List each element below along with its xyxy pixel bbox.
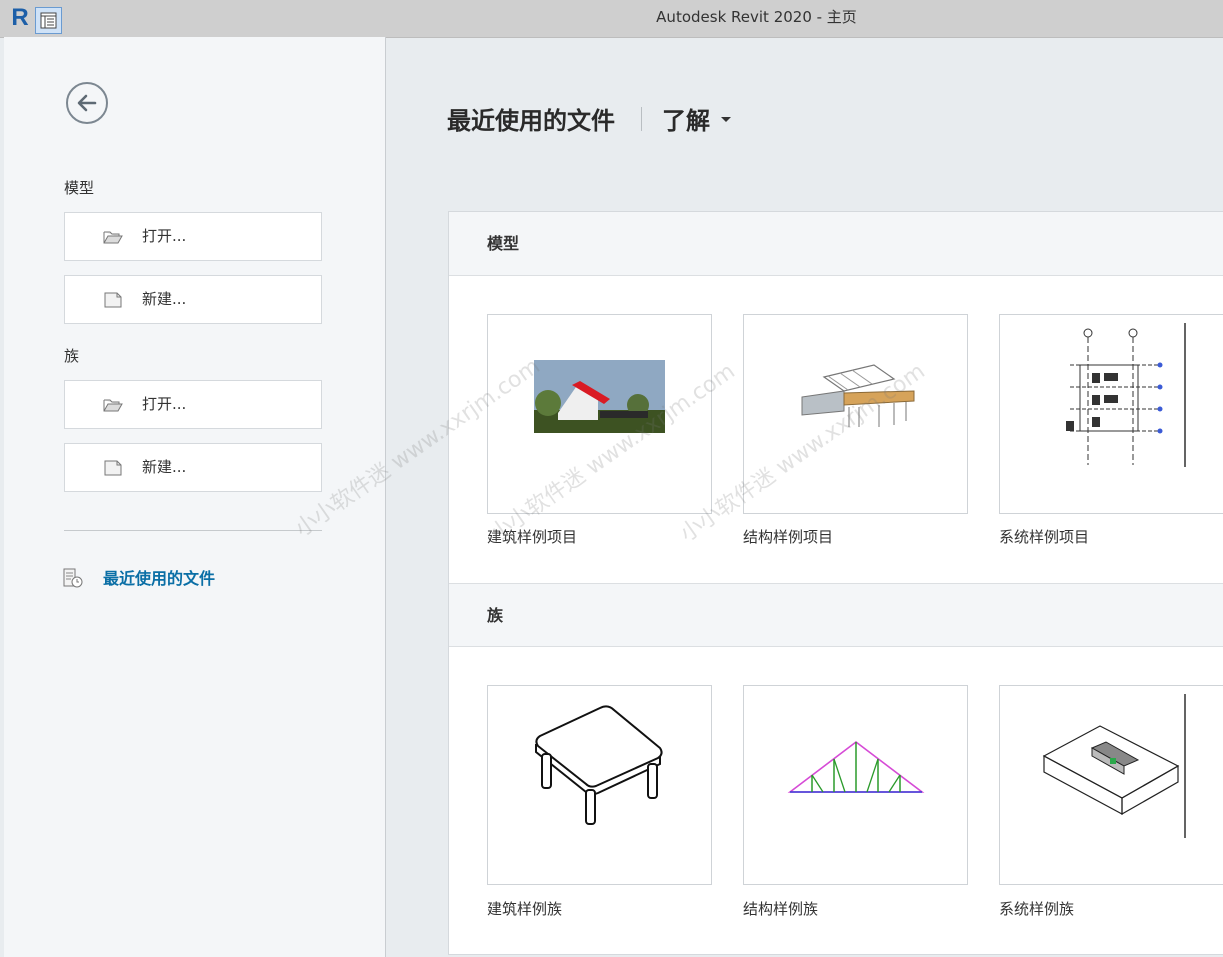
table-model-icon xyxy=(535,705,663,825)
structural-sample-family-thumbnail[interactable] xyxy=(743,685,968,885)
recent-files-icon xyxy=(63,568,83,588)
new-family-button[interactable]: 新建... xyxy=(64,443,322,492)
new-model-button[interactable]: 新建... xyxy=(64,275,322,324)
open-family-button[interactable]: 打开... xyxy=(64,380,322,429)
open-model-button[interactable]: 打开... xyxy=(64,212,322,261)
heading-separator xyxy=(641,107,642,131)
architectural-sample-project-label[interactable]: 建筑样例项目 xyxy=(487,526,577,547)
recent-files-label: 最近使用的文件 xyxy=(103,569,216,588)
systems-sample-project-label[interactable]: 系统样例项目 xyxy=(999,526,1089,547)
open-model-label: 打开... xyxy=(142,227,187,245)
caret-down-icon[interactable] xyxy=(721,117,731,122)
families-section-title: 族 xyxy=(487,606,504,625)
systems-drawing-icon xyxy=(1066,323,1186,467)
recent-files-panel: 模型 建筑样例项目 结构样例项目 系统样例项目 族 建筑样例族 结构样例族 系统… xyxy=(448,211,1223,955)
back-arrow-icon xyxy=(77,94,97,112)
lighting-fixture-model-icon xyxy=(1042,694,1186,838)
structural-sample-project-thumbnail[interactable] xyxy=(743,314,968,514)
new-file-icon xyxy=(104,292,122,308)
systems-sample-family-label[interactable]: 系统样例族 xyxy=(999,898,1074,919)
window-title: Autodesk Revit 2020 - 主页 xyxy=(656,8,857,26)
systems-sample-project-thumbnail[interactable] xyxy=(999,314,1223,514)
systems-sample-family-thumbnail[interactable] xyxy=(999,685,1223,885)
truss-model-icon xyxy=(787,740,925,793)
models-section-header: 模型 xyxy=(449,212,1223,276)
models-section-title: 模型 xyxy=(487,234,520,253)
new-file-icon xyxy=(104,460,122,476)
architectural-sample-family-label[interactable]: 建筑样例族 xyxy=(487,898,562,919)
recent-files-heading[interactable]: 最近使用的文件 xyxy=(447,101,615,136)
new-family-label: 新建... xyxy=(142,458,187,476)
learn-dropdown[interactable]: 了解 xyxy=(662,101,710,136)
back-button[interactable] xyxy=(66,82,108,124)
house-render-icon xyxy=(534,360,665,433)
sidebar-divider xyxy=(64,530,322,531)
families-section-header: 族 xyxy=(449,583,1223,647)
architectural-sample-family-thumbnail[interactable] xyxy=(487,685,712,885)
structural-sample-project-label[interactable]: 结构样例项目 xyxy=(743,526,833,547)
new-model-label: 新建... xyxy=(142,290,187,308)
structural-sample-family-label[interactable]: 结构样例族 xyxy=(743,898,818,919)
models-section-label: 模型 xyxy=(64,179,95,197)
title-bar: R Autodesk Revit 2020 - 主页 xyxy=(0,0,1223,38)
folder-open-icon xyxy=(103,399,123,412)
sidebar: 模型 打开... 新建... 族 打开... 新建... 最近使用的文件 xyxy=(4,37,386,957)
families-section-label: 族 xyxy=(64,347,80,365)
main-content: 最近使用的文件 了解 模型 建筑样例项目 结构样例项目 系统样例项目 族 建筑样… xyxy=(386,37,1223,957)
folder-open-icon xyxy=(103,231,123,244)
open-family-label: 打开... xyxy=(142,395,187,413)
structure-render-icon xyxy=(801,364,915,427)
architectural-sample-project-thumbnail[interactable] xyxy=(487,314,712,514)
recent-files-link[interactable]: 最近使用的文件 xyxy=(62,565,262,593)
